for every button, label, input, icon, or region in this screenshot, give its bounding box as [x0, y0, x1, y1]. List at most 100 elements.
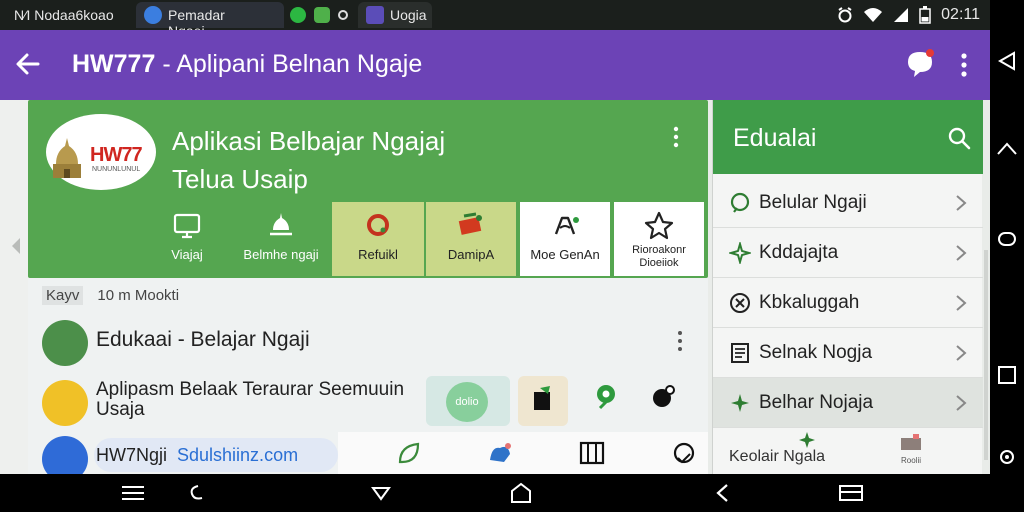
- hero-button-label: DamipA: [447, 247, 495, 262]
- mosque-outline-icon: [270, 213, 292, 236]
- content-list: Kayv 10 m Mookti Edukaai - Belajar Ngaji …: [28, 278, 708, 482]
- hero-title: Aplikasi Belbajar Ngajaj Telua Usaip: [172, 122, 445, 198]
- side-panel-item[interactable]: Belhar Nojaja: [713, 378, 983, 428]
- main-content: HW77 NUNUNLUNUL Aplikasi Belbajar Ngajaj…: [0, 100, 990, 482]
- media-tile[interactable]: dolio: [426, 376, 510, 426]
- chevron-right-icon: [956, 195, 967, 211]
- hero-button-label: Rioroakonr Dioeiiok: [614, 244, 704, 270]
- hero-title-line2: Telua Usaip: [172, 164, 308, 194]
- chevron-right-icon: [956, 345, 967, 361]
- side-panel: Edualai Belular Ngaji Kddajajta Kbkalugg…: [712, 100, 983, 474]
- compass-icon: [730, 293, 750, 313]
- gear-hand-icon[interactable]: [650, 382, 678, 410]
- hero-button-label: Moe GenAn: [530, 247, 600, 262]
- back-arrow-icon[interactable]: [14, 50, 42, 78]
- chevron-right-icon: [956, 395, 967, 411]
- side-panel-header: Edualai: [713, 100, 983, 174]
- side-panel-item-label: Belular Ngaji: [759, 192, 867, 213]
- hero-button-moegenan[interactable]: Moe GenAn: [520, 202, 610, 276]
- alarm-icon: [838, 7, 852, 23]
- hand-icon: [554, 216, 579, 235]
- circle-icon: [338, 10, 348, 20]
- list-meta-text: 10 m Mookti: [97, 287, 180, 304]
- side-panel-item[interactable]: Selnak Nogja: [713, 328, 983, 378]
- chat-bubble-icon[interactable]: [904, 48, 936, 80]
- sparkle-icon: [799, 432, 815, 448]
- star-icon: [731, 394, 749, 412]
- book-icon: [458, 212, 482, 235]
- back-triangle-icon[interactable]: [996, 50, 1018, 72]
- whatsapp-icon: [290, 7, 306, 23]
- avatar: [42, 320, 88, 366]
- hero-button-damipa[interactable]: DamipA: [426, 202, 516, 276]
- browser-tab-1[interactable]: Pemadar Ngaei…: [136, 2, 284, 39]
- logo-sub-text: NUNUNLUNUL: [92, 166, 141, 173]
- side-panel-item-label: Kddajajta: [759, 242, 839, 263]
- list-meta: Kayv 10 m Mookti: [42, 286, 179, 305]
- hero-button-label-line2: Dioeiiok: [639, 257, 679, 269]
- app-bar-title: HW777 - Aplipani Belnan Ngaje: [72, 50, 422, 79]
- undo-icon[interactable]: [184, 482, 210, 504]
- gesture-icon[interactable]: [486, 440, 514, 466]
- footer-label[interactable]: Keolair Ngala: [729, 448, 825, 466]
- chat-icon: [730, 192, 750, 213]
- link-pill[interactable]: HW7Ngji Sdulshiinz.com: [94, 438, 338, 472]
- status-bar: N⁄I Nodaa6koao Pemadar Ngaei… Uogia 02:1…: [0, 0, 990, 39]
- status-indicators: 02:11: [837, 6, 980, 24]
- settings-gear-icon[interactable]: [996, 446, 1018, 468]
- link-url[interactable]: Sdulshiinz.com: [177, 445, 298, 465]
- app-icon-green: [314, 7, 330, 23]
- wifi-icon: [864, 8, 883, 22]
- hero-button-label-line1: Rioroakonr: [632, 244, 686, 256]
- list-item[interactable]: HW7Ngji Sdulshiinz.com: [28, 432, 708, 482]
- search-icon[interactable]: [947, 126, 971, 150]
- list-item[interactable]: Aplipasm Belaak Teraurar Seemuuin Usaja …: [28, 372, 708, 432]
- wallet-icon[interactable]: [899, 432, 923, 454]
- footer-small-text: Roolii: [901, 456, 922, 465]
- list-item[interactable]: Edukaai - Belajar Ngaji: [28, 314, 708, 372]
- hero-button-refresh[interactable]: Refuikl: [332, 202, 424, 276]
- side-panel-item[interactable]: Kddajajta: [713, 228, 983, 278]
- menu-lines-icon[interactable]: [120, 482, 146, 504]
- filter-chip[interactable]: Kayv: [42, 286, 84, 305]
- nav-back-icon[interactable]: [710, 482, 736, 504]
- list-item-title: Edukaai - Belajar Ngaji: [96, 328, 310, 351]
- nav-down-triangle-icon[interactable]: [368, 482, 394, 504]
- clock-time: 02:11: [941, 6, 980, 23]
- tile-label: dolio: [446, 382, 488, 422]
- home-icon[interactable]: [996, 140, 1018, 162]
- title-rest: - Aplipani Belnan Ngaje: [155, 50, 423, 78]
- overflow-menu-icon[interactable]: [956, 52, 972, 78]
- recents-icon[interactable]: [996, 364, 1018, 386]
- battery-icon: [919, 6, 931, 24]
- hero-button-learn[interactable]: Belmhe ngaji: [236, 202, 326, 276]
- hero-title-line1: Aplikasi Belbajar Ngajaj: [172, 126, 446, 156]
- chevron-right-icon: [956, 295, 967, 311]
- browser-tab-2[interactable]: Uogia: [358, 2, 432, 28]
- avatar: [42, 380, 88, 426]
- location-pin-icon[interactable]: [592, 382, 620, 410]
- hero-button-video[interactable]: Viajaj: [162, 202, 212, 276]
- hero-button-label: Belmhe ngaji: [243, 247, 319, 262]
- hero-button-rioroakonr[interactable]: Rioroakonr Dioeiiok: [614, 202, 704, 276]
- scrollbar[interactable]: [984, 250, 988, 460]
- hero-card: HW77 NUNUNLUNUL Aplikasi Belbajar Ngajaj…: [28, 100, 708, 278]
- side-panel-item-label: Kbkaluggah: [759, 292, 860, 313]
- logo-brand-text: HW77: [90, 144, 143, 166]
- circle-home-icon[interactable]: [996, 228, 1018, 250]
- status-app-label: N⁄I Nodaa6koao: [14, 7, 114, 23]
- leaf-icon[interactable]: [396, 440, 424, 466]
- side-panel-item[interactable]: Kbkaluggah: [713, 278, 983, 328]
- calendar-grid-icon[interactable]: [578, 440, 606, 466]
- media-tile[interactable]: [518, 376, 568, 426]
- bottom-tray: [338, 432, 708, 474]
- hero-overflow-icon[interactable]: [672, 126, 680, 148]
- nav-recents-icon[interactable]: [838, 482, 864, 504]
- headset-icon[interactable]: [670, 440, 698, 466]
- side-panel-item[interactable]: Belular Ngaji: [713, 178, 983, 228]
- left-edge-handle[interactable]: [0, 100, 28, 474]
- system-bottom-nav: [0, 474, 1024, 512]
- item-overflow-icon[interactable]: [676, 330, 684, 352]
- app-bar: HW777 - Aplipani Belnan Ngaje: [0, 30, 990, 100]
- nav-home-icon[interactable]: [508, 482, 534, 504]
